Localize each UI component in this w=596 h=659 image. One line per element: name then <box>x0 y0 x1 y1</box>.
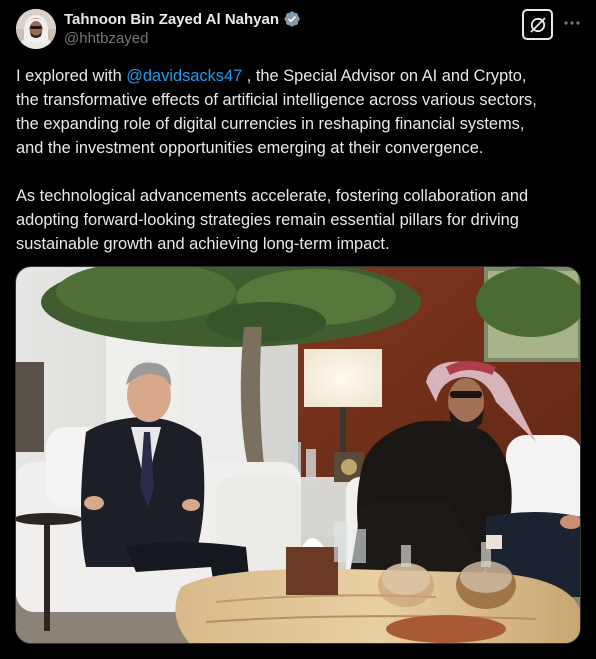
tweet-text: I explored with @davidsacks47 , the Spec… <box>16 64 586 256</box>
more-options-icon <box>564 21 580 25</box>
tweet-photo[interactable] <box>15 266 581 644</box>
tweet-text-line: adopting forward-looking strategies rema… <box>16 211 519 229</box>
meeting-photo-image <box>16 267 580 643</box>
more-options-button[interactable] <box>562 10 582 36</box>
tweet-text-line: the expanding role of digital currencies… <box>16 115 525 133</box>
author-handle[interactable]: @hhtbzayed <box>64 30 148 47</box>
mention-link[interactable]: @davidsacks47 <box>126 67 242 85</box>
tweet-text-segment: I explored with <box>16 67 127 85</box>
tweet-text-line: I explored with @davidsacks47 , the Spec… <box>16 64 586 88</box>
tweet-text-line: As technological advancements accelerate… <box>16 187 529 205</box>
grok-icon <box>529 16 546 33</box>
tweet-text-segment: , the Special Advisor on AI and Crypto, <box>242 67 527 85</box>
author-avatar[interactable] <box>16 9 56 49</box>
tweet-text-line: the transformative effects of artificial… <box>16 91 537 109</box>
author-display-name[interactable]: Tahnoon Bin Zayed Al Nahyan <box>64 11 279 28</box>
tweet-text-line: sustainable growth and achieving long-te… <box>16 235 390 253</box>
tweet-text-line: and the investment opportunities emergin… <box>16 139 484 157</box>
grok-button[interactable] <box>522 9 553 40</box>
author-name-row[interactable]: Tahnoon Bin Zayed Al Nahyan <box>64 10 301 28</box>
tweet: Tahnoon Bin Zayed Al Nahyan @hhtbzayed I… <box>0 0 596 659</box>
verified-badge-icon[interactable] <box>283 10 301 28</box>
avatar-portrait-icon <box>16 9 56 49</box>
